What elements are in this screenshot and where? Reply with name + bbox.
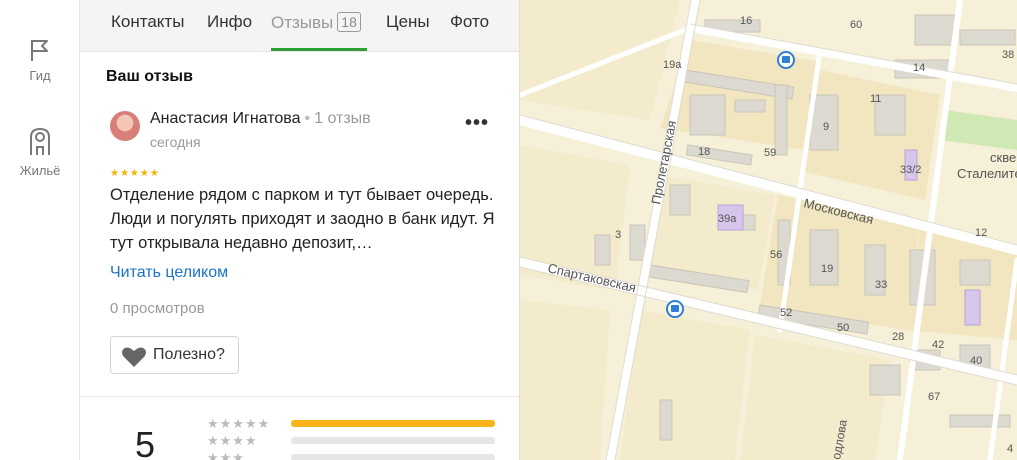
house-number: 19 [821,263,833,275]
review-date: сегодня [150,134,201,150]
house-number: 50 [837,322,849,334]
sidebar-item-label: Жильё [19,163,61,178]
helpful-button[interactable]: Полезно? [110,336,239,374]
house-number: 4 [1007,443,1013,455]
house-number: 14 [913,62,925,74]
your-review-title: Ваш отзыв [106,68,193,85]
left-rail: Гид Жильё [0,0,80,460]
house-number: 33 [875,279,887,291]
author-separator: • [304,110,311,127]
reviews-count-badge: 18 [337,12,361,32]
tab-photos[interactable]: Фото [450,12,489,32]
house-number: 33/2 [900,164,921,176]
heart-icon [122,347,146,367]
tab-reviews[interactable]: Отзывы 18 [271,12,361,33]
tab-bar: Контакты Инфо Отзывы 18 Цены Фото [80,0,519,52]
map-view[interactable]: Пролетарская Московская Спартаковская од… [520,0,1017,460]
house-number: 19а [663,59,682,71]
avatar[interactable] [110,111,140,141]
distribution-bar-3 [291,454,495,460]
house-number: 40 [970,355,982,367]
review-text: Отделение рядом с парком и тут бывает оч… [110,186,495,252]
map-canvas[interactable]: Пролетарская Московская Спартаковская од… [520,0,1017,460]
sidebar-item-housing[interactable]: Жильё [0,125,80,178]
distribution-stars-5: ★★★★★ [207,416,271,431]
helpful-label: Полезно? [153,346,225,363]
bus-stop-icon[interactable] [777,51,795,69]
review-author-line: Анастасия Игнатова • 1 отзыв [150,110,371,128]
house-number: 59 [764,147,776,159]
flag-icon [31,40,48,61]
house-number: 18 [698,146,710,158]
read-more-link[interactable]: Читать целиком [110,264,228,282]
distribution-stars-4: ★★★★ [207,433,258,448]
review-panel: Контакты Инфо Отзывы 18 Цены Фото Ваш отз… [80,0,520,460]
tab-reviews-label: Отзывы [271,13,334,32]
house-number: 60 [850,19,862,31]
views-count: 0 просмотров [110,300,205,317]
tab-contacts[interactable]: Контакты [111,12,184,32]
distribution-bar-4 [291,437,495,444]
review-stars: ★★★★★ [110,168,160,179]
average-rating: 5 [135,424,156,460]
house-number: 11 [870,93,881,105]
house-number: 38 [1002,49,1014,61]
distribution-bar-5 [291,420,495,427]
tab-info[interactable]: Инфо [207,12,252,32]
house-number: 28 [892,331,904,343]
house-number: 67 [928,391,940,403]
house-number: 52 [780,307,792,319]
house-number: 9 [823,121,829,133]
park-label: сквер [990,150,1017,165]
distribution-stars-3: ★★★ [207,450,245,460]
house-number: 56 [770,249,782,261]
house-number: 42 [932,339,944,351]
author-review-count: 1 отзыв [314,110,371,127]
park-label-name: Сталелитейщиков [957,166,1017,181]
sidebar-item-guide[interactable]: Гид [0,38,80,83]
distribution-bar-fill [291,420,495,427]
house-number: 3 [615,229,621,241]
active-tab-indicator [271,48,367,51]
bus-stop-icon[interactable] [666,300,684,318]
house-number: 39а [718,213,737,225]
author-name[interactable]: Анастасия Игнатова [150,110,300,127]
divider [80,396,519,397]
house-number: 16 [740,15,752,27]
more-options-button[interactable]: ••• [465,112,489,135]
sidebar-item-label: Гид [29,68,51,83]
house-number: 12 [975,227,987,239]
tab-prices[interactable]: Цены [386,12,430,32]
building-icon [30,127,50,155]
